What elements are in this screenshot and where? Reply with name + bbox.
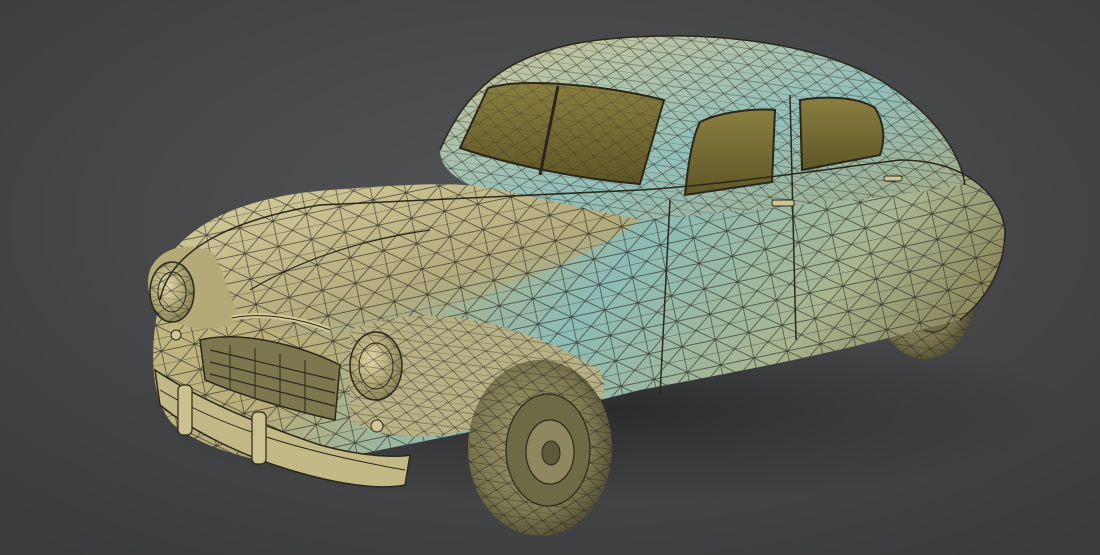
car-render [0,0,1100,555]
bumper-guard [251,411,267,465]
front-wheel [468,360,612,536]
render-viewport [0,0,1100,555]
right-headlamp [349,331,403,401]
door-handle [883,175,903,182]
parking-light [370,419,384,433]
bumper-guard [177,384,193,436]
parking-light [170,329,182,341]
door-handle [771,199,795,207]
